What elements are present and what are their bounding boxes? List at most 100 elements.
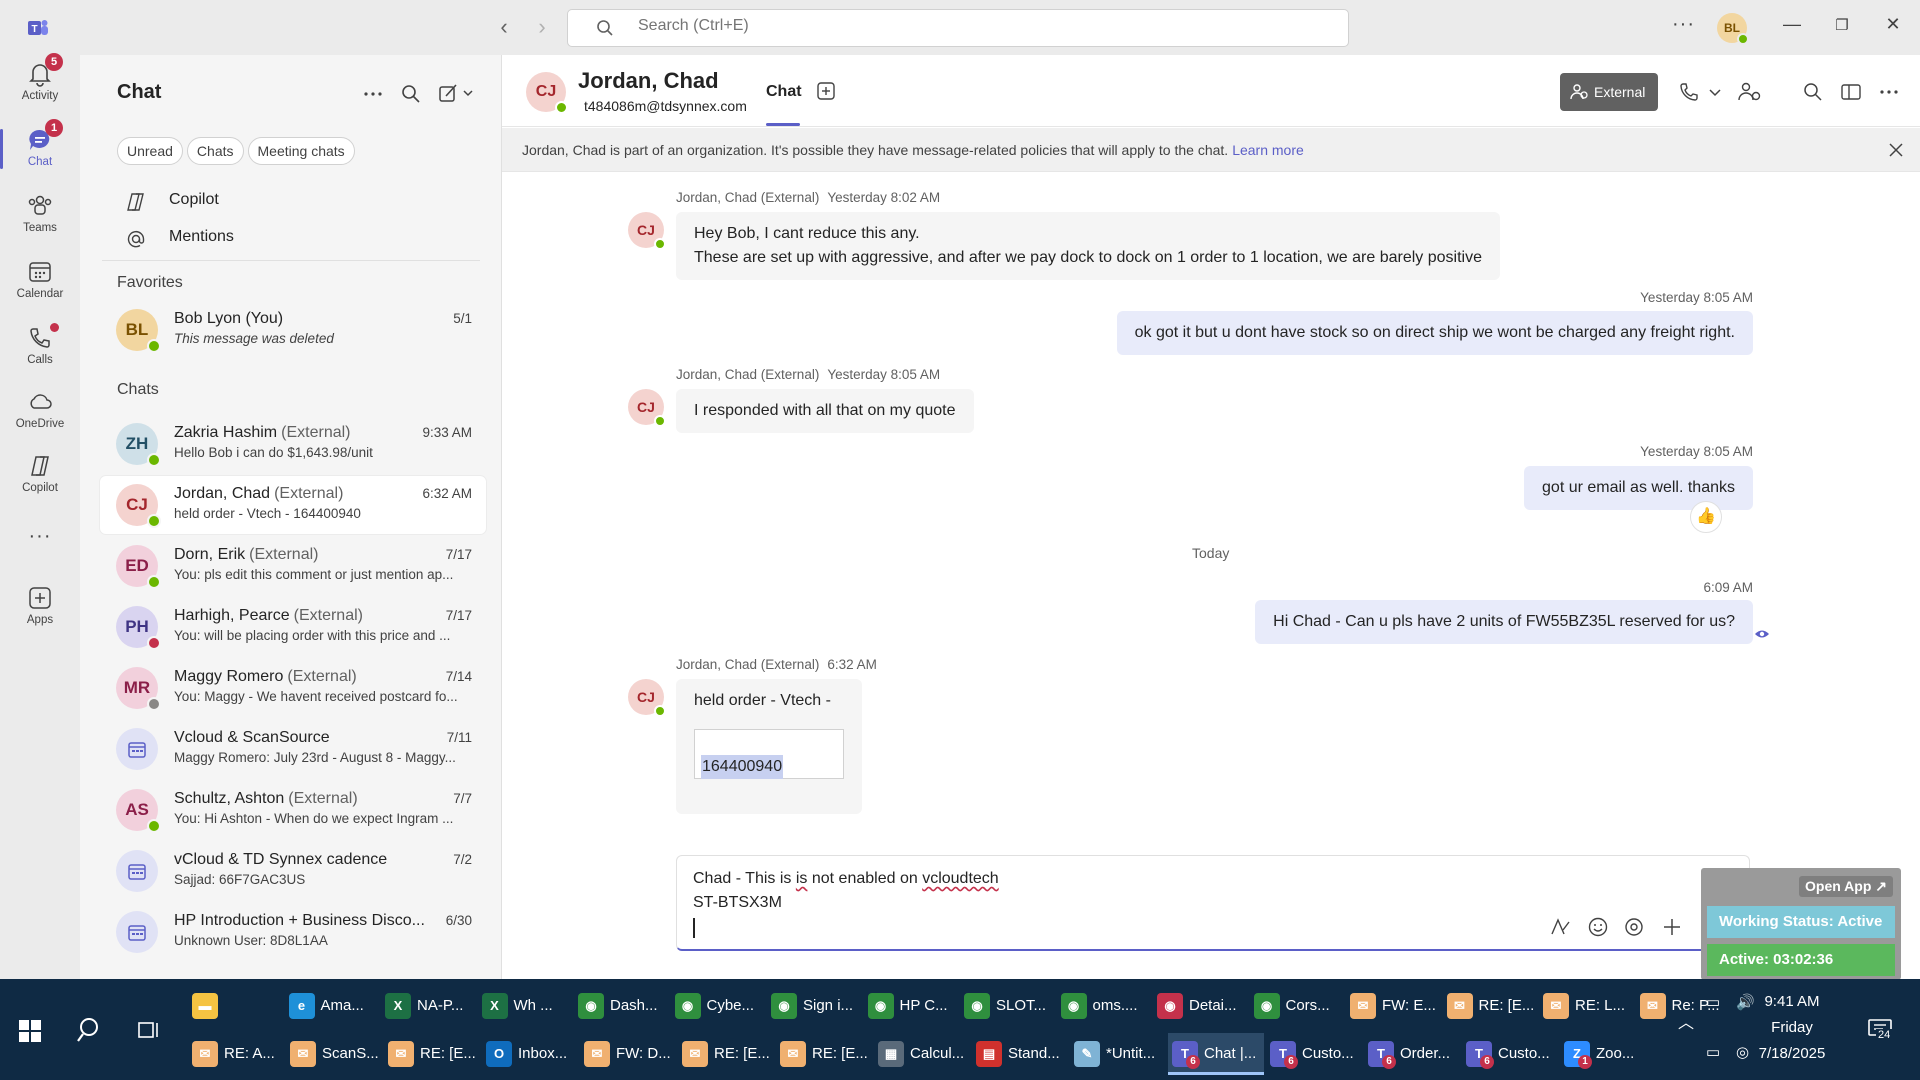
compose-box[interactable]: Chad - This is is not enabled on vcloudt…	[676, 855, 1750, 951]
taskbar-button[interactable]: ▦ Calcul...	[874, 1033, 970, 1075]
taskbar-button[interactable]: ✉ RE: A...	[188, 1033, 284, 1075]
emoji-icon[interactable]	[1587, 916, 1609, 938]
chat-list-item[interactable]: BL Bob Lyon (You) This message was delet…	[100, 301, 486, 359]
chat-list-item[interactable]: ED Dorn, Erik (External) You: pls edit th…	[100, 537, 486, 595]
notification-center-icon[interactable]: 24	[1866, 1015, 1894, 1043]
add-tab-icon[interactable]	[816, 81, 836, 101]
message-bubble[interactable]: Hey Bob, I cant reduce this any. These a…	[676, 212, 1500, 280]
taskbar-button[interactable]: ◉ Cors...	[1250, 985, 1346, 1027]
close-icon[interactable]	[1886, 140, 1906, 160]
taskbar-button[interactable]: X NA-P...	[381, 985, 477, 1027]
loop-icon[interactable]	[1623, 916, 1645, 938]
taskbar-button[interactable]: ✉ RE: L...	[1539, 985, 1635, 1027]
search-icon[interactable]	[1802, 81, 1824, 103]
taskbar-button[interactable]: ✉ RE: [E...	[678, 1033, 774, 1075]
taskbar-button[interactable]: ✉ RE: [E...	[776, 1033, 872, 1075]
taskbar-button[interactable]: T 6 Custo...	[1266, 1033, 1362, 1075]
chevron-down-icon[interactable]	[1708, 81, 1722, 103]
rail-item-apps[interactable]: Apps	[0, 579, 80, 639]
taskbar-button[interactable]: ▤ Stand...	[972, 1033, 1068, 1075]
filter-meeting-chats[interactable]: Meeting chats	[247, 137, 355, 165]
taskbar-button[interactable]: ▬	[188, 985, 284, 1027]
new-chat-icon[interactable]	[436, 81, 476, 107]
taskbar-button[interactable]: T 6 Chat |...	[1168, 1033, 1264, 1075]
rail-item-teams[interactable]: Teams	[0, 187, 80, 247]
rail-more[interactable]: ···	[0, 525, 80, 555]
taskbar-clock[interactable]: 9:41 AM Friday 7/18/2025	[1732, 989, 1852, 1067]
people-settings-icon[interactable]	[1738, 81, 1762, 103]
favorites-header[interactable]: Favorites	[117, 274, 183, 292]
close-window-icon[interactable]: ✕	[1878, 14, 1908, 35]
taskbar-button[interactable]: ✉ RE: [E...	[1443, 985, 1539, 1027]
show-hidden-icons-icon[interactable]: ︿	[1678, 1009, 1694, 1033]
chat-list-item[interactable]: CJ Jordan, Chad (External) held order - V…	[100, 476, 486, 534]
learn-more-link[interactable]: Learn more	[1232, 142, 1304, 158]
more-options-icon[interactable]	[1878, 81, 1900, 103]
sender-avatar[interactable]: CJ	[628, 212, 666, 250]
display-icon[interactable]: ▭	[1706, 1043, 1720, 1061]
taskbar-button[interactable]: ✎ *Untit...	[1070, 1033, 1166, 1075]
taskbar-button[interactable]: ✉ ScanS...	[286, 1033, 382, 1075]
external-button[interactable]: External	[1560, 73, 1658, 111]
search-icon[interactable]	[398, 81, 424, 107]
contact-avatar[interactable]: CJ	[526, 72, 568, 114]
message-bubble-own[interactable]: ok got it but u dont have stock so on di…	[1116, 311, 1753, 355]
chat-list-item[interactable]: PH Harhigh, Pearce (External) You: will b…	[100, 598, 486, 656]
taskbar-button[interactable]: ◉ Dash...	[574, 985, 670, 1027]
taskbar-button[interactable]: e Ama...	[285, 985, 381, 1027]
filter-unread[interactable]: Unread	[117, 137, 183, 165]
search-box[interactable]	[567, 9, 1349, 47]
taskbar-button[interactable]: ◉ Cybe...	[671, 985, 767, 1027]
taskbar-button[interactable]: O Inbox...	[482, 1033, 578, 1075]
format-icon[interactable]	[1549, 916, 1571, 938]
taskbar-button[interactable]: X Wh ...	[478, 985, 574, 1027]
chat-list-item[interactable]: MR Maggy Romero (External) You: Maggy - W…	[100, 659, 486, 717]
taskbar-button[interactable]: ◉ oms....	[1057, 985, 1153, 1027]
selected-order-number[interactable]: 164400940	[701, 755, 784, 779]
popout-chat-icon[interactable]	[1840, 81, 1862, 103]
search-input[interactable]	[638, 17, 1238, 35]
windows-start-icon[interactable]	[18, 1019, 42, 1043]
message-bubble-own[interactable]: Hi Chad - Can u pls have 2 units of FW55…	[1255, 600, 1753, 644]
chat-list-item[interactable]: vCloud & TD Synnex cadence Sajjad: 66F7G…	[100, 842, 486, 900]
profile-avatar[interactable]: BL	[1717, 13, 1749, 45]
compose-line-2[interactable]: ST-BTSX3M	[693, 894, 782, 912]
chats-header[interactable]: Chats	[117, 381, 159, 399]
message-bubble[interactable]: I responded with all that on my quote	[676, 389, 974, 433]
rail-item-calls[interactable]: Calls	[0, 319, 80, 379]
forward-arrow-icon[interactable]: ›	[530, 14, 554, 40]
taskbar-button[interactable]: Z 1 Zoo...	[1560, 1033, 1656, 1075]
thumbs-up-reaction[interactable]: 👍	[1690, 501, 1722, 533]
rail-item-onedrive[interactable]: OneDrive	[0, 383, 80, 443]
tab-chat[interactable]: Chat	[766, 83, 802, 101]
rail-item-chat[interactable]: 1 Chat	[0, 119, 80, 181]
task-view-icon[interactable]	[136, 1017, 162, 1043]
contact-name[interactable]: Jordan, Chad	[578, 68, 719, 94]
taskbar-button[interactable]: T 6 Order...	[1364, 1033, 1460, 1075]
chat-list-item[interactable]: Vcloud & ScanSource Maggy Romero: July 2…	[100, 720, 486, 778]
add-attachment-icon[interactable]	[1661, 916, 1683, 938]
call-icon[interactable]	[1678, 81, 1700, 103]
taskbar-button[interactable]: ◉ SLOT...	[960, 985, 1056, 1027]
restore-icon[interactable]: ❐	[1827, 16, 1857, 34]
chat-list-item[interactable]: HP Introduction + Business Disco... Unkn…	[100, 903, 486, 961]
taskbar-button[interactable]: ✉ RE: [E...	[384, 1033, 480, 1075]
chat-list-item[interactable]: ZH Zakria Hashim (External) Hello Bob i c…	[100, 415, 486, 473]
working-status[interactable]: Working Status: Active	[1707, 906, 1895, 938]
open-app-button[interactable]: Open App ↗	[1799, 876, 1893, 897]
taskbar-button[interactable]: ◉ Detai...	[1153, 985, 1249, 1027]
compose-line-1[interactable]: Chad - This is is not enabled on vcloudt…	[693, 870, 999, 888]
taskbar-button[interactable]: ✉ FW: D...	[580, 1033, 676, 1075]
back-arrow-icon[interactable]: ‹	[492, 14, 516, 40]
message-bubble-own[interactable]: got ur email as well. thanks	[1524, 466, 1753, 510]
more-options-icon[interactable]: ···	[1672, 13, 1695, 36]
more-options-icon[interactable]	[360, 81, 386, 107]
taskbar-search-icon[interactable]	[76, 1015, 106, 1045]
sender-avatar[interactable]: CJ	[628, 679, 666, 717]
taskbar-button[interactable]: ◉ Sign i...	[767, 985, 863, 1027]
taskbar-button[interactable]: ◉ HP C...	[864, 985, 960, 1027]
sender-avatar[interactable]: CJ	[628, 389, 666, 427]
rail-item-copilot[interactable]: Copilot	[0, 447, 80, 507]
filter-chats[interactable]: Chats	[186, 137, 244, 165]
minimize-icon[interactable]: —	[1777, 14, 1807, 35]
